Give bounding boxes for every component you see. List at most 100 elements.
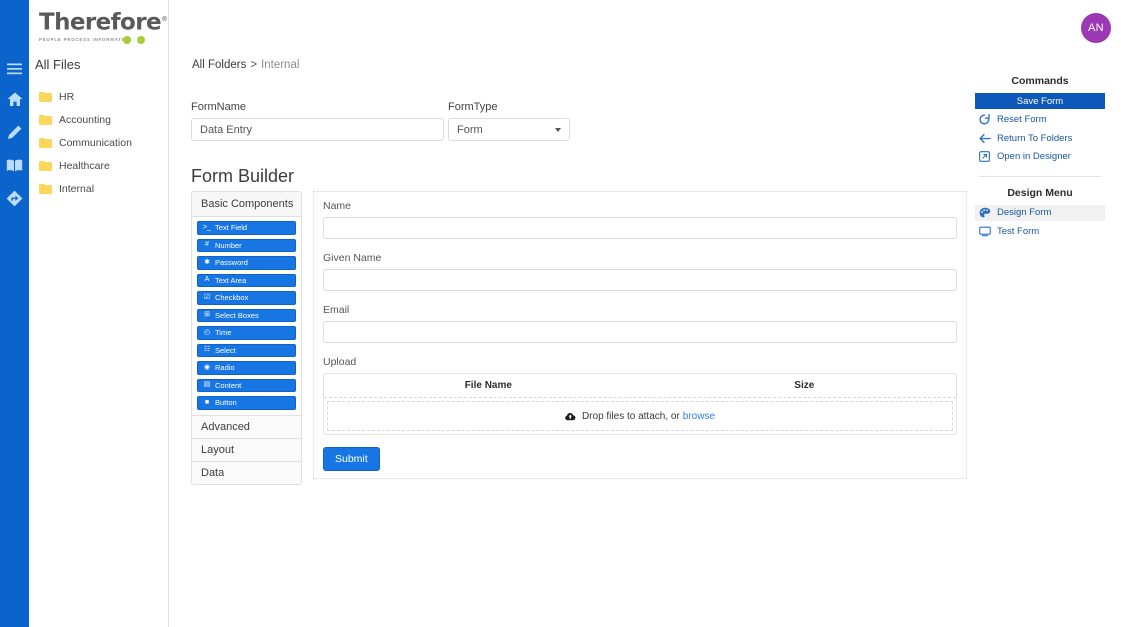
content-icon: ▤ xyxy=(203,381,211,389)
sidebar-folder-healthcare[interactable]: Healthcare xyxy=(37,154,167,177)
home-icon[interactable] xyxy=(0,86,29,112)
checkbox-icon: ☑ xyxy=(203,294,211,302)
monitor-icon xyxy=(978,225,991,238)
design-form-button[interactable]: Design Form xyxy=(975,205,1105,221)
preview-name-label: Name xyxy=(323,200,957,212)
sidebar: Therefore® PEOPLE PROCESS INFORMATION Al… xyxy=(29,0,169,627)
component-password[interactable]: ✱ Password xyxy=(197,256,296,270)
preview-email-label: Email xyxy=(323,304,957,316)
component-text-area[interactable]: A Text Area xyxy=(197,274,296,288)
formname-input[interactable] xyxy=(191,118,444,141)
menu-icon[interactable] xyxy=(0,56,29,82)
sidebar-folder-internal[interactable]: Internal xyxy=(37,177,167,200)
commands-title: Commands xyxy=(975,75,1105,87)
logo-trademark: ® xyxy=(161,15,167,23)
folder-icon xyxy=(39,138,52,148)
email-field[interactable] xyxy=(323,321,957,343)
component-number[interactable]: # Number xyxy=(197,239,296,253)
submit-button[interactable]: Submit xyxy=(323,447,380,471)
component-label: Text Area xyxy=(215,276,246,285)
name-field[interactable] xyxy=(323,217,957,239)
palette-section-basic-components[interactable]: Basic Components xyxy=(192,192,301,217)
folder-label: Communication xyxy=(59,137,132,149)
chevron-down-icon xyxy=(555,128,561,132)
sidebar-folder-communication[interactable]: Communication xyxy=(37,131,167,154)
text-area-icon: A xyxy=(203,276,211,284)
radio-icon: ◉ xyxy=(203,364,211,372)
palette-tab-advanced[interactable]: Advanced xyxy=(192,415,301,438)
cloud-upload-icon xyxy=(565,412,576,421)
breadcrumb: All Folders>Internal xyxy=(192,59,299,71)
sidebar-folder-accounting[interactable]: Accounting xyxy=(37,108,167,131)
page-title: Form Builder xyxy=(191,166,294,187)
file-dropzone[interactable]: Drop files to attach, or browse xyxy=(327,401,953,431)
breadcrumb-current: Internal xyxy=(261,59,299,71)
logo-dot-2 xyxy=(137,36,145,44)
component-time[interactable]: ◴ Time xyxy=(197,326,296,340)
command-label: Design Form xyxy=(997,207,1051,218)
component-label: Time xyxy=(215,328,231,337)
palette-component-list: >_ Text Field # Number ✱ Password A Text… xyxy=(192,217,301,415)
component-text-field[interactable]: >_ Text Field xyxy=(197,221,296,235)
component-label: Select Boxes xyxy=(215,311,259,320)
icon-rail xyxy=(0,0,29,627)
given-name-field[interactable] xyxy=(323,269,957,291)
select-boxes-icon: ⊞ xyxy=(203,311,211,319)
palette-tab-layout[interactable]: Layout xyxy=(192,438,301,461)
save-form-button[interactable]: Save Form xyxy=(975,93,1105,109)
commands-panel: Commands Save Form Reset Form Return To … xyxy=(975,75,1105,242)
dropzone-text: Drop files to attach, or xyxy=(582,411,680,422)
sidebar-folder-hr[interactable]: HR xyxy=(37,85,167,108)
workflow-icon[interactable] xyxy=(0,185,29,211)
component-button[interactable]: ■ Button xyxy=(197,396,296,410)
breadcrumb-root[interactable]: All Folders xyxy=(192,59,246,71)
component-label: Button xyxy=(215,398,237,407)
component-content[interactable]: ▤ Content xyxy=(197,379,296,393)
upload-table-header: File Name Size xyxy=(324,374,956,398)
command-label: Open in Designer xyxy=(997,151,1071,162)
browse-link[interactable]: browse xyxy=(683,411,715,422)
form-preview-canvas[interactable]: Name Given Name Email Upload File Name S… xyxy=(313,191,967,479)
component-select-boxes[interactable]: ⊞ Select Boxes xyxy=(197,309,296,323)
component-label: Content xyxy=(215,381,241,390)
upload-table: File Name Size Drop files to attach, or … xyxy=(323,373,957,435)
logo-tagline: PEOPLE PROCESS INFORMATION xyxy=(39,37,164,42)
logo-dot-1 xyxy=(123,36,131,44)
component-label: Password xyxy=(215,258,248,267)
arrow-left-icon xyxy=(978,132,991,145)
command-label: Reset Form xyxy=(997,114,1047,125)
palette-tab-data[interactable]: Data xyxy=(192,461,301,484)
formtype-selected-value: Form xyxy=(457,124,483,136)
test-form-button[interactable]: Test Form xyxy=(975,223,1105,239)
formtype-select[interactable]: Form xyxy=(448,118,570,141)
refresh-icon xyxy=(978,113,991,126)
folder-list: HR Accounting Communication Healthcare I… xyxy=(37,85,167,200)
command-label: Save Form xyxy=(1017,96,1063,107)
time-icon: ◴ xyxy=(203,329,211,337)
component-label: Number xyxy=(215,241,242,250)
open-in-designer-button[interactable]: Open in Designer xyxy=(975,149,1105,165)
folder-label: Internal xyxy=(59,183,94,195)
all-files-heading: All Files xyxy=(35,57,81,72)
logo-text: Therefore xyxy=(39,10,161,36)
formtype-label: FormType xyxy=(448,101,498,113)
book-icon[interactable] xyxy=(0,152,29,178)
command-label: Return To Folders xyxy=(997,133,1072,144)
folder-label: Accounting xyxy=(59,114,111,126)
return-to-folders-button[interactable]: Return To Folders xyxy=(975,130,1105,146)
folder-icon xyxy=(39,92,52,102)
select-icon: ☷ xyxy=(203,346,211,354)
component-select[interactable]: ☷ Select xyxy=(197,344,296,358)
therefore-logo: Therefore® PEOPLE PROCESS INFORMATION xyxy=(39,6,164,50)
component-radio[interactable]: ◉ Radio xyxy=(197,361,296,375)
reset-form-button[interactable]: Reset Form xyxy=(975,112,1105,128)
component-checkbox[interactable]: ☑ Checkbox xyxy=(197,291,296,305)
component-label: Text Field xyxy=(215,223,247,232)
password-icon: ✱ xyxy=(203,259,211,267)
component-label: Checkbox xyxy=(215,293,248,302)
component-label: Select xyxy=(215,346,236,355)
avatar[interactable]: AN xyxy=(1081,13,1111,43)
edit-icon[interactable] xyxy=(0,119,29,145)
folder-label: Healthcare xyxy=(59,160,110,172)
folder-icon xyxy=(39,115,52,125)
